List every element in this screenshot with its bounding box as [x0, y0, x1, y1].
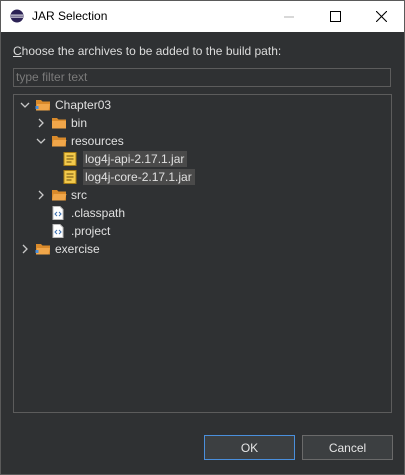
filter-input[interactable] — [13, 68, 391, 87]
folder-icon — [51, 116, 67, 130]
tree-item-bin[interactable]: bin — [35, 114, 87, 132]
tree-item-label: Chapter03 — [55, 98, 112, 112]
project-folder-icon — [35, 242, 51, 256]
window-title: JAR Selection — [32, 9, 108, 23]
archive-tree[interactable]: Chapter03 bin resources log4j-api-2.17.1… — [13, 94, 392, 413]
tree-item-label: exercise — [55, 242, 100, 256]
chevron-right-icon[interactable] — [35, 189, 47, 201]
jar-selection-dialog: JAR Selection Choose the archives to be … — [0, 0, 405, 475]
minimize-icon — [284, 16, 294, 17]
jar-file-icon — [63, 152, 79, 166]
tree-item-label: log4j-api-2.17.1.jar — [83, 151, 188, 167]
tree-item-src[interactable]: src — [35, 186, 87, 204]
tree-item-label: bin — [71, 116, 88, 130]
chevron-down-icon[interactable] — [19, 99, 31, 111]
prompt-mnemonic: C — [13, 44, 22, 58]
open-folder-icon — [51, 188, 67, 202]
jar-file-icon — [63, 170, 79, 184]
chevron-down-icon[interactable] — [35, 135, 47, 147]
xml-file-icon — [51, 206, 67, 220]
tree-item-label: log4j-core-2.17.1.jar — [83, 169, 195, 185]
tree-item-label: resources — [71, 134, 124, 148]
cancel-button[interactable]: Cancel — [302, 435, 393, 460]
minimize-button[interactable] — [266, 1, 312, 32]
tree-item-jar-api[interactable]: log4j-api-2.17.1.jar — [63, 150, 188, 168]
chevron-right-icon[interactable] — [35, 117, 47, 129]
project-folder-icon — [35, 98, 51, 112]
close-icon — [375, 11, 387, 22]
chevron-right-icon[interactable] — [19, 243, 31, 255]
maximize-icon — [329, 11, 341, 22]
eclipse-icon — [10, 9, 24, 23]
close-button[interactable] — [358, 1, 404, 32]
tree-item-project-file[interactable]: .project — [51, 222, 110, 240]
tree-item-label: src — [71, 188, 87, 202]
instruction-label: Choose the archives to be added to the b… — [13, 44, 281, 58]
xml-file-icon — [51, 224, 67, 238]
tree-item-label: .classpath — [71, 206, 126, 220]
tree-item-label: .project — [71, 224, 111, 238]
tree-item-classpath[interactable]: .classpath — [51, 204, 125, 222]
tree-item-exercise[interactable]: exercise — [19, 240, 100, 258]
tree-item-chapter03[interactable]: Chapter03 — [19, 96, 111, 114]
tree-item-resources[interactable]: resources — [35, 132, 124, 150]
prompt-text: hoose the archives to be added to the bu… — [21, 44, 282, 58]
dialog-content: Choose the archives to be added to the b… — [1, 32, 404, 474]
open-folder-icon — [51, 134, 67, 148]
title-bar: JAR Selection — [1, 1, 404, 32]
tree-item-jar-core[interactable]: log4j-core-2.17.1.jar — [63, 168, 195, 186]
maximize-button[interactable] — [312, 1, 358, 32]
ok-button[interactable]: OK — [204, 435, 295, 460]
